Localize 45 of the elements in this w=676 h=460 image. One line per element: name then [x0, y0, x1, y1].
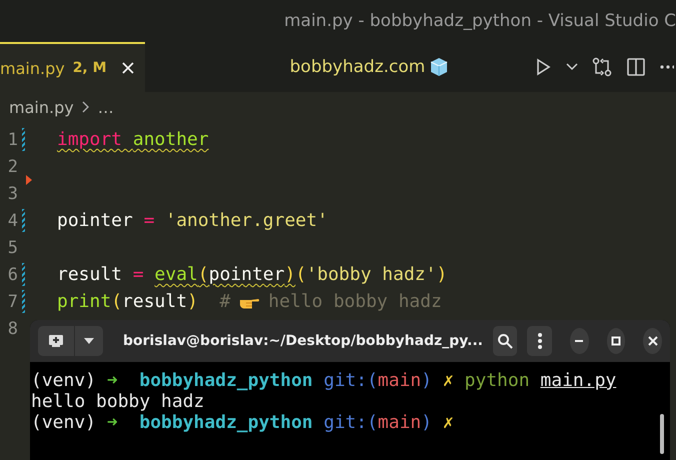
line-number: 5 [6, 238, 18, 258]
terminal-line: hello bobby hadz [31, 391, 206, 412]
code-line: pointer = 'another.greet' [57, 210, 328, 231]
line-number: 3 [6, 184, 18, 204]
more-icon[interactable] [660, 64, 674, 70]
search-icon [497, 333, 514, 349]
terminal-line: (venv) ➜ bobbyhadz_python git:(main) ✗ [31, 412, 455, 433]
editor-tab[interactable]: main.py 2, M [0, 42, 145, 92]
add-terminal-icon [48, 334, 64, 348]
search-button[interactable] [492, 326, 518, 356]
scrollbar[interactable] [660, 414, 664, 454]
code-line: import another [57, 129, 209, 150]
line-number: 2 [6, 156, 18, 176]
breadcrumb-item[interactable]: main.py [9, 98, 74, 116]
chevron-right-icon [82, 101, 90, 113]
window-title: main.py - bobbyhadz_python - Visual Studio C [284, 11, 676, 31]
compare-changes-icon[interactable] [592, 57, 612, 77]
minimize-icon [574, 340, 584, 342]
close-icon [648, 336, 658, 346]
menu-button[interactable] [527, 326, 552, 356]
minimize-button[interactable] [570, 328, 589, 354]
close-button[interactable] [643, 328, 662, 354]
line-number: 1 [6, 130, 18, 150]
breadcrumb-item[interactable]: … [98, 98, 114, 116]
cube-icon [429, 57, 450, 77]
caret-down-icon [83, 337, 95, 345]
terminal-title: borislav@borislav:~/Desktop/bobbyhadz_py... [122, 333, 483, 349]
code-line: result = eval(pointer)('bobby hadz') [57, 264, 448, 285]
terminal-line: (venv) ➜ bobbyhadz_python git:(main) ✗ python main.py [31, 370, 618, 391]
line-number: 4 [6, 210, 18, 230]
code-line: print(result) # hello bobby hadz [57, 291, 442, 312]
maximize-button[interactable] [606, 328, 626, 354]
dropdown-button[interactable] [75, 326, 103, 356]
chevron-down-icon[interactable] [566, 63, 578, 71]
dots-icon [538, 333, 542, 349]
split-editor-icon[interactable] [626, 57, 646, 77]
run-icon[interactable] [534, 58, 552, 76]
line-number: 7 [6, 292, 18, 312]
close-icon[interactable] [120, 61, 135, 75]
maximize-icon [610, 336, 621, 346]
line-number: 6 [6, 264, 18, 284]
site-title: bobbyhadz.com [290, 57, 426, 77]
line-number: 8 [6, 318, 18, 338]
problem-count: 2, M [72, 60, 107, 76]
new-tab-button[interactable] [38, 326, 74, 356]
